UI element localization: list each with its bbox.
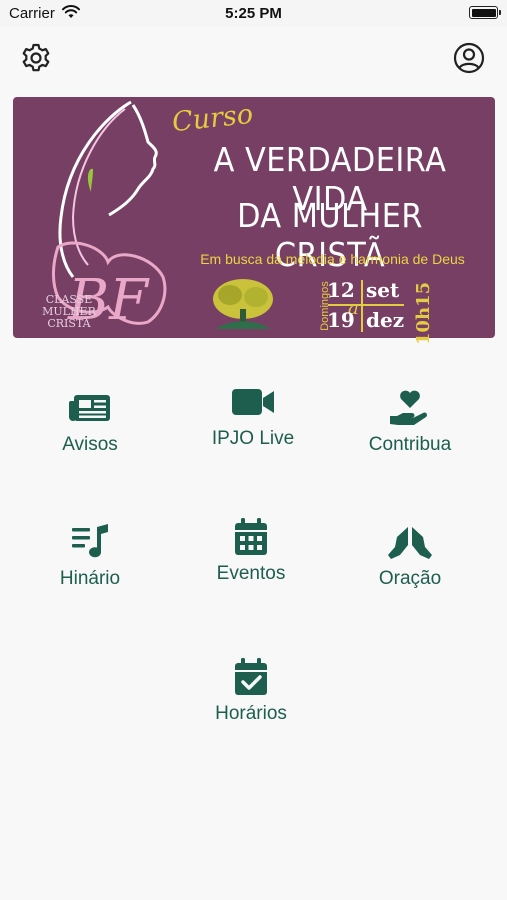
banner-time: 10h15 bbox=[413, 281, 435, 346]
menu-avisos[interactable]: Avisos bbox=[15, 388, 165, 456]
calendar-icon bbox=[233, 517, 269, 557]
music-list-icon bbox=[70, 522, 110, 562]
date-end-day: 19 bbox=[327, 308, 355, 332]
menu-label: Avisos bbox=[62, 434, 118, 455]
tree-logo bbox=[213, 279, 273, 329]
menu-label: Horários bbox=[215, 703, 287, 724]
menu-label: Hinário bbox=[59, 568, 121, 589]
profile-button[interactable] bbox=[451, 40, 487, 76]
newspaper-icon bbox=[68, 388, 112, 428]
banner-subtitle: Em busca da melodia e harmonia de Deus bbox=[200, 251, 465, 267]
menu-hinario[interactable]: Hinário bbox=[15, 522, 165, 590]
video-camera-icon bbox=[231, 382, 275, 422]
menu-oracao[interactable]: Oração bbox=[335, 522, 485, 590]
user-circle-icon bbox=[453, 42, 485, 74]
calendar-check-icon bbox=[233, 657, 269, 697]
menu-label: Eventos bbox=[216, 563, 286, 584]
date-divider bbox=[328, 304, 404, 306]
praying-hands-icon bbox=[387, 522, 433, 562]
date-start-month: set bbox=[366, 278, 400, 302]
menu-eventos[interactable]: Eventos bbox=[176, 517, 326, 585]
settings-button[interactable] bbox=[18, 40, 54, 76]
menu-label: IPJO Live bbox=[211, 428, 295, 449]
classe-line: CRISTÃ bbox=[47, 317, 91, 330]
banner-classe: CLASSE MULHER CRISTÃ bbox=[34, 294, 104, 330]
menu-label: Contribua bbox=[368, 434, 452, 455]
gear-icon bbox=[22, 43, 50, 72]
date-end-month: dez bbox=[366, 308, 405, 332]
hand-heart-icon bbox=[388, 388, 432, 428]
battery-icon bbox=[469, 6, 501, 19]
date-divider bbox=[361, 280, 363, 332]
menu-ipjo-live[interactable]: IPJO Live bbox=[178, 382, 328, 450]
status-bar: Carrier 5:25 PM bbox=[0, 0, 507, 26]
menu-contribua[interactable]: Contribua bbox=[335, 388, 485, 456]
menu-label: Oração bbox=[378, 568, 442, 589]
menu-horarios[interactable]: Horários bbox=[176, 657, 326, 725]
clock: 5:25 PM bbox=[225, 5, 282, 22]
